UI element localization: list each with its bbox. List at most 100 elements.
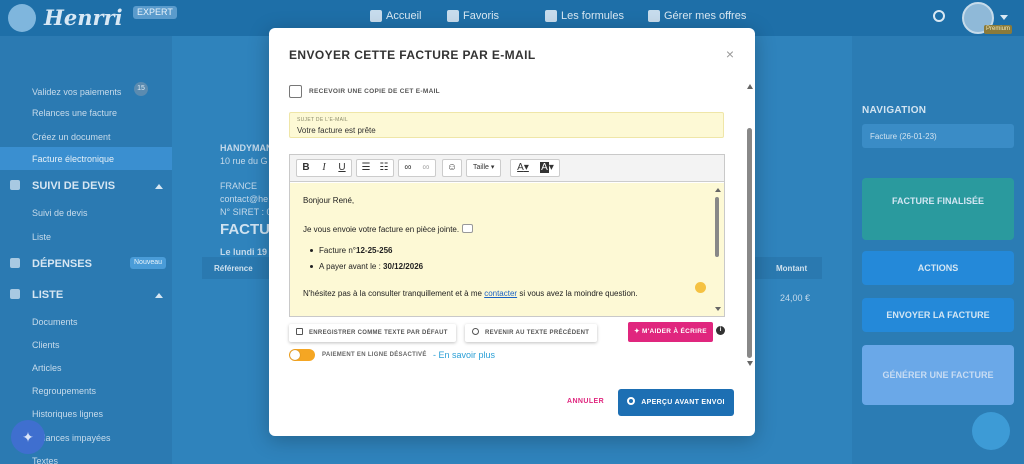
- online-payment-toggle[interactable]: [289, 349, 315, 361]
- italic-button[interactable]: I: [315, 160, 333, 176]
- sidebar-item-groups[interactable]: Regroupements: [32, 386, 96, 396]
- save-default-button[interactable]: ENREGISTRER COMME TEXTE PAR DÉFAUT: [289, 324, 456, 342]
- list-item: Facture n°12-25-256: [309, 246, 393, 255]
- copy-checkbox[interactable]: [289, 85, 302, 98]
- toggle-knob: [290, 350, 300, 360]
- company-name: HANDYMAN: [220, 143, 273, 153]
- sidebar-section-list[interactable]: LISTE: [10, 289, 63, 301]
- close-icon[interactable]: ×: [724, 47, 736, 61]
- right-panel: NAVIGATION Facture (26-01-23) FACTURE FI…: [852, 36, 1024, 464]
- editor-scrollbar[interactable]: [715, 197, 719, 257]
- quote-icon: [10, 180, 20, 190]
- editor-scroll-up-arrow[interactable]: [715, 188, 721, 192]
- list-icon: [10, 289, 20, 299]
- email-intro: Je vous envoie votre facture en pièce jo…: [303, 224, 474, 234]
- background-color-button[interactable]: A▾: [535, 160, 559, 176]
- editor-scroll-down-arrow[interactable]: [715, 307, 721, 311]
- bold-button[interactable]: B: [297, 160, 315, 176]
- learn-more-link[interactable]: - En savoir plus: [433, 350, 495, 360]
- scroll-up-arrow[interactable]: [747, 84, 753, 89]
- company-address: 10 rue du G: [220, 156, 268, 166]
- email-greeting: Bonjour René,: [303, 196, 355, 205]
- subject-field[interactable]: SUJET DE L'E-MAIL Votre facture est prêt…: [289, 112, 724, 138]
- envelope-icon: [462, 224, 474, 233]
- nav-offers[interactable]: Gérer mes offres: [648, 10, 746, 22]
- actions-button[interactable]: ACTIONS: [862, 251, 1014, 285]
- sidebar-item-quote-tracking[interactable]: Suivi de devis: [32, 208, 88, 218]
- sidebar-item-documents[interactable]: Documents: [32, 317, 78, 327]
- copy-checkbox-label: RECEVOIR UNE COPIE DE CET E-MAIL: [309, 88, 440, 95]
- company-country: FRANCE: [220, 181, 258, 191]
- avatar-badge: Premium: [984, 25, 1013, 34]
- amount-value: 24,00 €: [780, 293, 811, 303]
- email-closing: N'hésitez pas à la consulter tranquillem…: [303, 289, 638, 298]
- smiley-emoji-icon: [695, 282, 706, 293]
- nav-plans[interactable]: Les formules: [545, 10, 624, 22]
- chevron-down-icon[interactable]: [1000, 15, 1008, 20]
- nav-favorites[interactable]: Favoris: [447, 10, 499, 22]
- link-icon[interactable]: ∞: [399, 160, 417, 176]
- app-logo[interactable]: [8, 4, 36, 32]
- list-item: A payer avant le : 30/12/2026: [309, 262, 424, 271]
- ordered-list-icon[interactable]: ☰: [357, 160, 375, 176]
- generate-invoice-button[interactable]: GÉNÉRER UNE FACTURE: [862, 345, 1014, 405]
- grid-icon: [545, 10, 557, 22]
- ai-assistant-button[interactable]: ✦: [11, 420, 45, 454]
- list-group: ☰ ☷: [356, 159, 394, 177]
- contact-link[interactable]: contacter: [484, 289, 517, 298]
- chat-bot-button[interactable]: [972, 412, 1010, 450]
- sidebar-item-texts[interactable]: Textes: [32, 456, 58, 464]
- search-icon: [627, 397, 636, 405]
- modal-title: ENVOYER CETTE FACTURE PAR E-MAIL: [289, 48, 536, 62]
- editor-body[interactable]: Bonjour René, Je vous envoie votre factu…: [290, 183, 724, 316]
- ai-write-button[interactable]: ✦ M'AIDER À ÉCRIRE: [628, 322, 713, 342]
- chevron-up-icon[interactable]: [155, 184, 163, 189]
- company-contact: contact@he: [220, 194, 269, 204]
- col-reference: Référence: [214, 264, 253, 273]
- color-group: A▾ A▾: [510, 159, 560, 177]
- subject-value: Votre facture est prête: [297, 126, 376, 135]
- navigation-select[interactable]: Facture (26-01-23): [862, 124, 1014, 148]
- online-payment-label: PAIEMENT EN LIGNE DÉSACTIVÉ: [322, 352, 427, 358]
- font-color-button[interactable]: A▾: [511, 160, 535, 176]
- sidebar-item-create[interactable]: Créez un document: [32, 132, 111, 142]
- document-date: Le lundi 19: [220, 247, 268, 257]
- size-group: Taille ▾: [466, 159, 502, 177]
- editor-toolbar: B I U ☰ ☷ ∞ ∞ ☺ Taille ▾ A▾ A▾: [290, 155, 724, 182]
- font-size-dropdown[interactable]: Taille ▾: [467, 160, 500, 176]
- format-group: B I U: [296, 159, 352, 177]
- sidebar-item-payments[interactable]: Validez vos paiements: [32, 87, 121, 97]
- sidebar-item-reminders[interactable]: Relances une facture: [32, 108, 117, 118]
- unlink-icon[interactable]: ∞: [417, 160, 435, 176]
- send-invoice-button[interactable]: ENVOYER LA FACTURE: [862, 298, 1014, 332]
- sidebar-section-expenses[interactable]: DÉPENSES: [10, 258, 92, 270]
- sidebar-item-quote-list[interactable]: Liste: [32, 232, 51, 242]
- tier-badge: EXPERT: [133, 6, 177, 19]
- company-siret: N° SIRET : 0: [220, 207, 272, 217]
- preview-button[interactable]: APERÇU AVANT ENVOI: [618, 389, 734, 416]
- underline-button[interactable]: U: [333, 160, 351, 176]
- emoji-icon[interactable]: ☺: [443, 160, 461, 176]
- chevron-up-icon[interactable]: [155, 293, 163, 298]
- nav-home[interactable]: Accueil: [370, 10, 421, 22]
- info-icon[interactable]: i: [716, 326, 725, 335]
- cancel-button[interactable]: ANNULER: [567, 398, 604, 405]
- new-badge: Nouveau: [130, 257, 167, 269]
- sidebar-item-articles[interactable]: Articles: [32, 363, 62, 373]
- bullet-list-icon[interactable]: ☷: [375, 160, 393, 176]
- scroll-down-arrow[interactable]: [747, 361, 753, 366]
- sidebar-section-quotes[interactable]: SUIVI DE DEVIS: [10, 180, 115, 192]
- sidebar-item-history[interactable]: Historiques lignes: [32, 409, 103, 419]
- bookmark-icon: [447, 10, 459, 22]
- navigation-title: NAVIGATION: [862, 105, 927, 116]
- sidebar-item-clients[interactable]: Clients: [32, 340, 60, 350]
- subject-label: SUJET DE L'E-MAIL: [297, 117, 348, 123]
- undo-icon: [472, 328, 479, 335]
- search-icon[interactable]: [933, 10, 945, 22]
- save-icon: [296, 328, 303, 335]
- sidebar-item-e-invoice-label: Facture électronique: [32, 154, 115, 164]
- emoji-group: ☺: [442, 159, 462, 177]
- pending-count-badge: 15: [134, 82, 148, 96]
- modal-scrollbar[interactable]: [747, 128, 752, 358]
- revert-text-button[interactable]: REVENIR AU TEXTE PRÉCÉDENT: [465, 324, 598, 342]
